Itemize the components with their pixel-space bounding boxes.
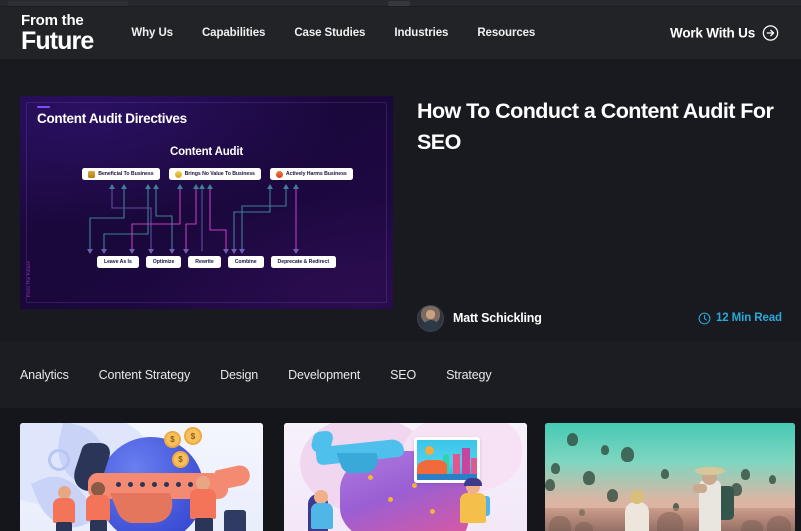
article-card-grid: $ $ $	[0, 408, 801, 531]
gear-icon	[48, 449, 70, 471]
article-card[interactable]	[284, 423, 527, 531]
slide-chip-rewrite: Rewrite	[188, 256, 221, 268]
nav-item-why-us[interactable]: Why Us	[131, 27, 173, 39]
featured-article-title[interactable]: How To Conduct a Content Audit For SEO	[417, 96, 780, 158]
work-with-us-button[interactable]: Work With Us	[670, 25, 779, 42]
filter-development[interactable]: Development	[288, 368, 360, 382]
travel-map-postcard-illustration	[284, 423, 527, 531]
hot-air-balloons-photographer-photo	[545, 423, 795, 531]
browser-address-hint[interactable]	[388, 1, 410, 6]
filter-content-strategy[interactable]: Content Strategy	[99, 368, 191, 382]
browser-tab-hint[interactable]	[8, 1, 128, 6]
slide-bottom-chip-row: Leave As Is Optimize Rewrite Combine Dep…	[62, 256, 371, 268]
work-with-us-label: Work With Us	[670, 25, 755, 41]
logo-line-1: From the	[21, 11, 84, 29]
read-time-badge: 12 Min Read	[698, 312, 782, 325]
author-block[interactable]: Matt Schickling	[417, 304, 542, 332]
site-logo[interactable]: From the Future	[21, 11, 94, 55]
featured-article-meta: Matt Schickling 12 Min Read	[417, 304, 782, 332]
featured-article-section: Content Audit Directives Content Audit B…	[0, 59, 801, 341]
arrow-right-circle-icon	[762, 25, 779, 41]
author-name: Matt Schickling	[453, 311, 542, 325]
filter-strategy[interactable]: Strategy	[446, 368, 492, 382]
site-header: From the Future Why Us Capabilities Case…	[0, 7, 801, 59]
slide-chip-combine: Combine	[227, 256, 264, 268]
slide-chip-leave-as-is: Leave As Is	[96, 256, 139, 268]
filter-analytics[interactable]: Analytics	[20, 368, 69, 382]
filter-design[interactable]: Design	[220, 368, 258, 382]
article-card[interactable]	[545, 423, 795, 531]
logo-line-2: Future	[21, 26, 94, 55]
read-time-label: 12 Min Read	[715, 312, 782, 324]
page-root: From the Future Why Us Capabilities Case…	[0, 0, 801, 531]
slide-watermark: From The Future	[26, 260, 31, 297]
slide-chip-deprecate: Deprecate & Redirect	[270, 256, 337, 268]
featured-article-body: How To Conduct a Content Audit For SEO	[417, 96, 782, 158]
nav-item-case-studies[interactable]: Case Studies	[294, 27, 365, 39]
slide-artwork: Content Audit Directives Content Audit B…	[20, 96, 393, 309]
clock-icon	[698, 312, 711, 324]
slide-connector-wires	[87, 184, 299, 254]
category-filter-bar: Analytics Content Strategy Design Develo…	[0, 341, 801, 408]
filter-seo[interactable]: SEO	[390, 368, 416, 382]
airplane-globe-coins-illustration: $ $ $	[20, 423, 263, 531]
nav-item-capabilities[interactable]: Capabilities	[202, 27, 265, 39]
article-card[interactable]: $ $ $	[20, 423, 263, 531]
postcard-photo	[414, 437, 480, 483]
slide-chip-optimize: Optimize	[145, 256, 182, 268]
avatar	[417, 304, 444, 332]
nav-item-industries[interactable]: Industries	[394, 27, 448, 39]
main-navigation: Why Us Capabilities Case Studies Industr…	[131, 27, 535, 39]
nav-item-resources[interactable]: Resources	[477, 27, 535, 39]
browser-chrome-strip	[0, 0, 801, 7]
featured-article-thumbnail[interactable]: Content Audit Directives Content Audit B…	[20, 96, 393, 309]
